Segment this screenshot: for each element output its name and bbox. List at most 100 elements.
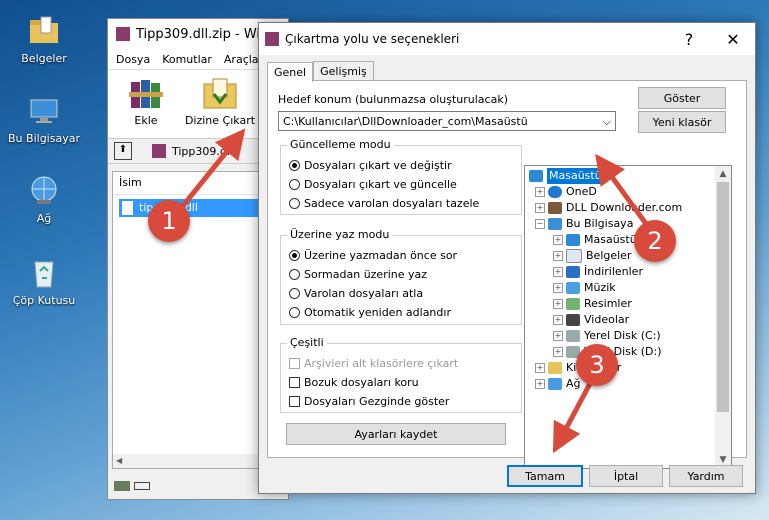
tree-item-onedrive[interactable]: + OneD: [535, 184, 597, 200]
expand-icon[interactable]: +: [553, 283, 563, 293]
file-row[interactable]: tipp309.dll: [119, 199, 277, 217]
recycle-bin-icon: [27, 256, 61, 290]
expand-icon[interactable]: +: [535, 363, 545, 373]
menu-commands[interactable]: Komutlar: [162, 53, 212, 66]
scroll-up-icon[interactable]: ▲: [715, 166, 731, 182]
network-icon: [27, 174, 61, 208]
help-button[interactable]: Yardım: [669, 465, 743, 487]
close-icon[interactable]: ✕: [711, 30, 755, 49]
overwrite-mode-group: Üzerine yaz modu Üzerine yazmadan önce s…: [280, 228, 522, 325]
expand-icon[interactable]: +: [553, 235, 563, 245]
archive-icon: [152, 144, 166, 158]
extract-dialog: Çıkartma yolu ve seçenekleri ? ✕ Genel G…: [258, 22, 756, 494]
tree-item-pc-desktop[interactable]: + Masaüstü: [553, 232, 637, 248]
scroll-thumb[interactable]: [717, 182, 729, 412]
expand-icon[interactable]: +: [535, 187, 545, 197]
chevron-down-icon[interactable]: ⌵: [603, 112, 611, 132]
tree-scrollbar[interactable]: ▲ ▼: [715, 166, 731, 468]
expand-icon[interactable]: +: [553, 331, 563, 341]
dialog-app-icon: [265, 32, 279, 46]
dialog-title: Çıkartma yolu ve seçenekleri: [285, 32, 460, 46]
collapse-icon[interactable]: −: [535, 219, 545, 229]
option-label: Sormadan üzerine yaz: [304, 268, 428, 281]
checkbox[interactable]: [289, 377, 300, 388]
document-icon: [566, 249, 582, 263]
destination-path-value: C:\Kullanıcılar\DllDownloader_com\Masaüs…: [283, 115, 528, 128]
radio-auto-rename[interactable]: Otomatik yeniden adlandır: [281, 303, 521, 322]
option-label: Dosyaları çıkart ve güncelle: [304, 178, 457, 191]
save-settings-button[interactable]: Ayarları kaydet: [286, 423, 506, 445]
check-show-in-explorer[interactable]: Dosyaları Gezginde göster: [281, 392, 521, 411]
add-button[interactable]: Ekle: [116, 74, 176, 134]
menu-tools[interactable]: Araçla: [224, 53, 259, 66]
desktop-icon-documents[interactable]: Belgeler: [6, 14, 82, 65]
check-extract-subfolders: Arşivleri alt klasörlere çıkart: [281, 354, 521, 373]
radio-button[interactable]: [289, 250, 300, 261]
annotation-marker-1: 1: [148, 200, 190, 242]
expand-icon[interactable]: +: [553, 267, 563, 277]
option-label: Dosyaları Gezginde göster: [304, 395, 450, 408]
expand-icon[interactable]: +: [553, 299, 563, 309]
tree-item-network[interactable]: + Ağ: [535, 376, 581, 392]
extract-folder-icon: [201, 76, 239, 112]
dialog-tabs: Genel Gelişmiş: [267, 61, 374, 82]
computer-icon: [27, 94, 61, 128]
music-icon: [566, 282, 580, 294]
tree-item-music[interactable]: + Müzik: [553, 280, 616, 296]
radio-extract-update[interactable]: Dosyaları çıkart ve güncelle: [281, 175, 521, 194]
radio-button[interactable]: [289, 160, 300, 171]
radio-refresh-existing[interactable]: Sadece varolan dosyaları tazele: [281, 194, 521, 213]
tree-item-downloads[interactable]: + İndirilenler: [553, 264, 643, 280]
radio-button[interactable]: [289, 288, 300, 299]
radio-button[interactable]: [289, 179, 300, 190]
show-button[interactable]: Göster: [638, 87, 726, 109]
option-label: Üzerine yazmadan önce sor: [304, 249, 458, 262]
tree-item-drive-c[interactable]: + Yerel Disk (C:): [553, 328, 661, 344]
radio-button[interactable]: [289, 269, 300, 280]
cancel-button[interactable]: İptal: [589, 465, 663, 487]
update-mode-group: Güncelleme modu Dosyaları çıkart ve deği…: [280, 138, 522, 215]
expand-icon[interactable]: +: [535, 379, 545, 389]
expand-icon[interactable]: +: [553, 347, 563, 357]
new-folder-button[interactable]: Yeni klasör: [638, 111, 726, 133]
drive-icon: [566, 330, 580, 342]
menu-file[interactable]: Dosya: [116, 53, 150, 66]
tree-item-documents[interactable]: + Belgeler: [553, 248, 631, 264]
dialog-title-bar: Çıkartma yolu ve seçenekleri ? ✕: [259, 23, 755, 55]
radio-ask-before-overwrite[interactable]: Üzerine yazmadan önce sor: [281, 246, 521, 265]
annotation-marker-2: 2: [634, 220, 676, 262]
download-icon: [566, 266, 580, 278]
expand-icon[interactable]: +: [553, 251, 563, 261]
tab-advanced[interactable]: Gelişmiş: [313, 61, 374, 81]
folder-tree[interactable]: Masaüstü + OneD + DLL Downloader.com − Bu B…: [524, 165, 732, 469]
up-folder-icon[interactable]: ⬆: [114, 142, 132, 160]
archive-path: Tipp309.dll: [172, 144, 233, 158]
overwrite-mode-title: Üzerine yaz modu: [287, 228, 393, 241]
radio-skip-existing[interactable]: Varolan dosyaları atla: [281, 284, 521, 303]
radio-overwrite-without-prompt[interactable]: Sormadan üzerine yaz: [281, 265, 521, 284]
desktop-icon-network[interactable]: Ağ: [6, 174, 82, 225]
key-status-icon: [134, 482, 150, 490]
tab-general[interactable]: Genel: [267, 62, 314, 82]
expand-icon[interactable]: +: [553, 315, 563, 325]
desktop-icon-label: Belgeler: [21, 52, 67, 65]
expand-icon[interactable]: +: [535, 203, 545, 213]
winrar-app-icon: [116, 27, 130, 41]
tree-item-pictures[interactable]: + Resimler: [553, 296, 632, 312]
check-keep-broken-files[interactable]: Bozuk dosyaları koru: [281, 373, 521, 392]
ok-button[interactable]: Tamam: [507, 465, 583, 487]
extract-to-button[interactable]: Dizine Çıkart: [184, 74, 256, 134]
tree-item-videos[interactable]: + Videolar: [553, 312, 629, 328]
destination-path-combo[interactable]: C:\Kullanıcılar\DllDownloader_com\Masaüs…: [278, 111, 616, 131]
desktop-icon-recycle-bin[interactable]: Çöp Kutusu: [6, 256, 82, 307]
desktop-icon-this-pc[interactable]: Bu Bilgisayar: [6, 94, 82, 145]
checkbox[interactable]: [289, 396, 300, 407]
tree-item-desktop[interactable]: Masaüstü: [529, 168, 604, 184]
radio-extract-replace[interactable]: Dosyaları çıkart ve değiştir: [281, 156, 521, 175]
tree-item-user[interactable]: + DLL Downloader.com: [535, 200, 682, 216]
tree-item-this-pc[interactable]: − Bu Bilgisaya: [535, 216, 633, 232]
help-title-button[interactable]: ?: [667, 30, 711, 49]
radio-button[interactable]: [289, 198, 300, 209]
misc-title: Çeşitli: [287, 336, 327, 349]
radio-button[interactable]: [289, 307, 300, 318]
